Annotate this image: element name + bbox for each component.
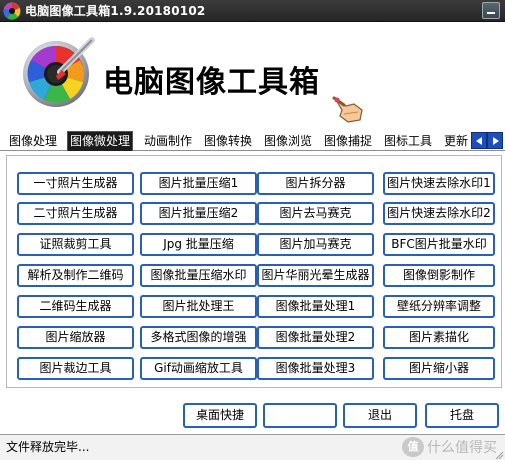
tab-scroll-right-icon[interactable]: [487, 132, 503, 149]
status-bar: 文件释放完毕... 值 什么值得买: [0, 434, 505, 460]
app-heading: 电脑图像工具箱: [103, 65, 320, 100]
tool-button[interactable]: 一寸照片生成器: [17, 172, 134, 195]
tool-button[interactable]: 图片素描化: [383, 326, 495, 349]
update-button[interactable]: 更新: [263, 403, 337, 428]
tool-button[interactable]: 图片去马赛克: [257, 202, 374, 225]
tool-button[interactable]: BFC图片批量水印: [383, 233, 495, 256]
tool-button[interactable]: 解析及制作二维码: [17, 264, 134, 287]
tool-button[interactable]: 图片拆分器: [257, 172, 374, 195]
tab-update[interactable]: 更新: [442, 132, 470, 151]
update-button-label: 更新: [287, 408, 312, 422]
resize-grip-icon[interactable]: [494, 449, 504, 460]
tool-button[interactable]: 图片快速去除水印1: [383, 172, 495, 195]
watermark: 值 什么值得买: [402, 437, 497, 457]
tool-button[interactable]: 二寸照片生成器: [17, 202, 134, 225]
desktop-shortcut-button[interactable]: 桌面快捷: [183, 403, 257, 428]
tool-button[interactable]: 二维码生成器: [17, 295, 134, 318]
tool-button[interactable]: 图片快速去除水印2: [383, 202, 495, 225]
watermark-badge: 值: [402, 437, 424, 457]
tab-icon-tools[interactable]: 图标工具: [382, 132, 434, 151]
tool-button[interactable]: 图片华丽光晕生成器: [257, 264, 374, 287]
tool-button[interactable]: 壁纸分辨率调整: [383, 295, 495, 318]
tab-image-browsing[interactable]: 图像浏览: [262, 132, 314, 151]
status-text: 文件释放完毕...: [6, 440, 90, 454]
minimize-button[interactable]: [482, 2, 500, 19]
tool-button[interactable]: Jpg 批量压缩: [140, 233, 257, 256]
tool-button[interactable]: 图片批量压缩1: [140, 172, 257, 195]
tool-button[interactable]: 图像倒影制作: [383, 264, 495, 287]
exit-button[interactable]: 退出: [343, 403, 417, 428]
tool-button[interactable]: 图像批量处理2: [257, 326, 374, 349]
tool-button[interactable]: 图片缩小器: [383, 357, 495, 380]
tab-animation[interactable]: 动画制作: [142, 132, 194, 151]
tool-button[interactable]: 图片裁边工具: [17, 357, 134, 380]
tab-scroll-controls: [471, 132, 503, 149]
tool-button[interactable]: 证照裁剪工具: [17, 233, 134, 256]
tool-button[interactable]: 图像批量处理3: [257, 357, 374, 380]
tool-button[interactable]: 图像批量处理1: [257, 295, 374, 318]
app-logo-icon: [22, 36, 96, 110]
tab-image-processing[interactable]: 图像处理: [7, 132, 59, 151]
app-icon: [3, 2, 21, 20]
window-title: 电脑图像工具箱1.9.20180102: [25, 4, 206, 18]
title-bar: 电脑图像工具箱1.9.20180102: [0, 0, 505, 22]
tool-button[interactable]: 图片批处理王: [140, 295, 257, 318]
tab-image-capture[interactable]: 图像捕捉: [322, 132, 374, 151]
tool-button[interactable]: Gif动画缩放工具: [140, 357, 257, 380]
tab-bar: 图像处理 图像微处理 动画制作 图像转换 图像浏览 图像捕捉 图标工具 更新: [0, 131, 505, 151]
tab-scroll-left-icon[interactable]: [471, 132, 487, 149]
tray-button[interactable]: 托盘: [425, 403, 499, 428]
tools-panel: 一寸照片生成器 图片批量压缩1 图片拆分器 图片快速去除水印1 二寸照片生成器 …: [6, 155, 502, 388]
tool-button[interactable]: 图片加马赛克: [257, 233, 374, 256]
tab-image-micro-processing[interactable]: 图像微处理: [67, 131, 134, 151]
tool-button[interactable]: 多格式图像的增强: [140, 326, 257, 349]
watermark-text: 什么值得买: [427, 440, 497, 456]
tab-image-conversion[interactable]: 图像转换: [202, 132, 254, 151]
tool-button[interactable]: 图像批量压缩水印: [140, 264, 257, 287]
tool-button[interactable]: 图片批量压缩2: [140, 202, 257, 225]
pointing-hand-icon: [332, 96, 366, 124]
tool-button[interactable]: 图片缩放器: [17, 326, 134, 349]
